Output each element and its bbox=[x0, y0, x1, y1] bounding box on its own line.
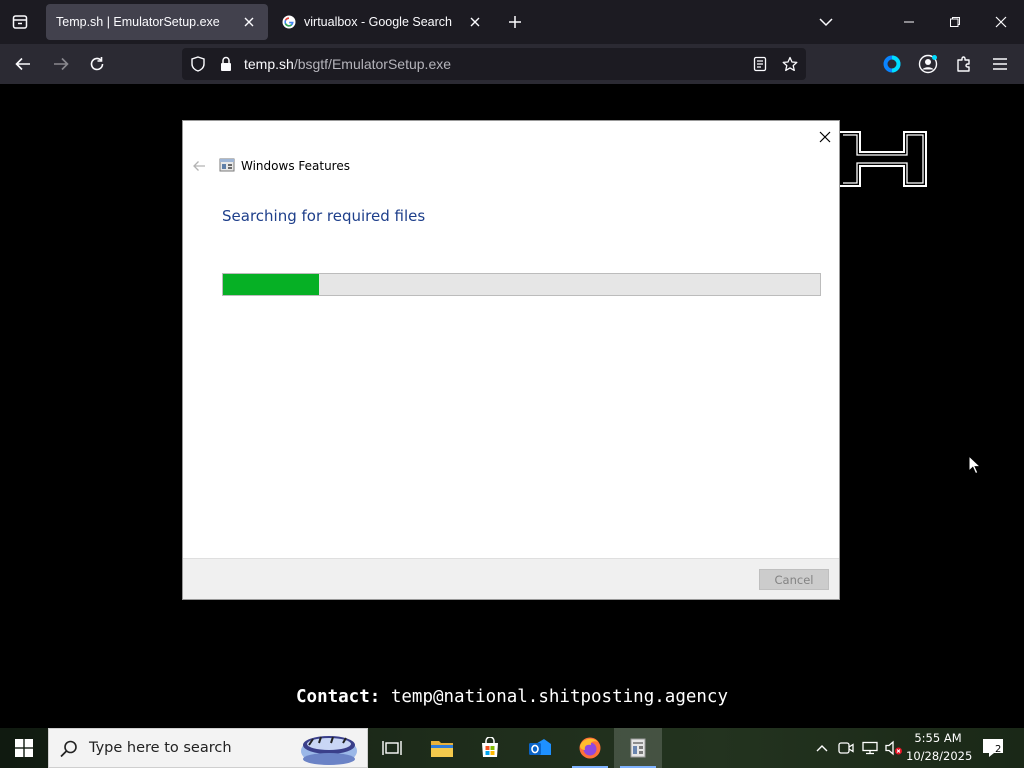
outlook-icon[interactable] bbox=[516, 728, 564, 768]
firefox-icon[interactable] bbox=[566, 728, 614, 768]
dialog-status-heading: Searching for required files bbox=[222, 207, 426, 225]
mouse-cursor-icon bbox=[968, 455, 982, 475]
contact-email[interactable]: temp@national.shitposting.agency bbox=[391, 687, 728, 707]
cancel-button[interactable]: Cancel bbox=[759, 569, 829, 590]
list-all-tabs-icon[interactable] bbox=[812, 8, 840, 36]
windows-start-icon[interactable] bbox=[0, 728, 48, 768]
search-placeholder: Type here to search bbox=[89, 740, 232, 756]
browser-nav-bar: temp.sh/bsgtf/EmulatorSetup.exe bbox=[0, 44, 1024, 84]
dialog-title: Windows Features bbox=[241, 159, 350, 173]
reload-icon[interactable] bbox=[82, 50, 112, 78]
account-icon[interactable] bbox=[914, 52, 942, 76]
close-icon[interactable] bbox=[984, 8, 1018, 36]
vpn-icon[interactable] bbox=[878, 52, 906, 76]
progress-bar-fill bbox=[223, 274, 319, 295]
extensions-icon[interactable] bbox=[950, 52, 978, 76]
bookmark-star-icon[interactable] bbox=[780, 54, 800, 74]
network-icon[interactable] bbox=[860, 738, 880, 758]
minimize-icon[interactable] bbox=[892, 8, 926, 36]
contact-label: Contact: bbox=[296, 687, 381, 707]
tab-close-icon[interactable] bbox=[240, 13, 258, 31]
menu-icon[interactable] bbox=[986, 52, 1014, 76]
browser-tab-strip: Temp.sh | EmulatorSetup.exe virtualbox -… bbox=[0, 0, 1024, 44]
new-tab-icon[interactable] bbox=[502, 8, 528, 36]
file-explorer-icon[interactable] bbox=[418, 728, 466, 768]
url-path: /bsgtf/EmulatorSetup.exe bbox=[293, 56, 452, 72]
dialog-back-icon[interactable] bbox=[189, 157, 209, 175]
back-icon[interactable] bbox=[8, 50, 38, 78]
show-hidden-icons-icon[interactable] bbox=[812, 738, 832, 758]
clock-time[interactable]: 5:55 AM bbox=[906, 731, 970, 745]
dialog-footer: Cancel bbox=[183, 558, 839, 599]
volume-muted-icon[interactable] bbox=[884, 738, 904, 758]
windows-features-dialog: Windows Features Searching for required … bbox=[182, 120, 840, 600]
progress-bar bbox=[222, 273, 821, 296]
site-logo bbox=[840, 131, 927, 187]
shield-icon[interactable] bbox=[188, 54, 208, 74]
tab-close-icon[interactable] bbox=[466, 13, 484, 31]
contact-line: Contact: temp@national.shitposting.agenc… bbox=[296, 687, 728, 707]
forward-icon[interactable] bbox=[46, 50, 76, 78]
search-icon bbox=[60, 740, 77, 758]
windows-features-icon bbox=[219, 158, 235, 172]
notification-center-icon[interactable]: 2 bbox=[978, 734, 1008, 762]
lock-icon[interactable] bbox=[216, 54, 236, 74]
tab-title: virtualbox - Google Search bbox=[304, 15, 452, 29]
taskbar: Type here to search 5:55 AM 10/28/2025 2 bbox=[0, 728, 1024, 768]
task-view-icon[interactable] bbox=[368, 728, 416, 768]
clock-date[interactable]: 10/28/2025 bbox=[906, 749, 972, 763]
browser-tab-temp-sh[interactable]: Temp.sh | EmulatorSetup.exe bbox=[46, 4, 268, 40]
dialog-close-icon[interactable] bbox=[815, 127, 835, 147]
microsoft-store-icon[interactable] bbox=[466, 728, 514, 768]
reader-view-icon[interactable] bbox=[750, 54, 770, 74]
tab-list-icon[interactable] bbox=[6, 8, 34, 36]
notification-count: 2 bbox=[995, 744, 1002, 755]
meet-now-icon[interactable] bbox=[836, 738, 856, 758]
url-text[interactable]: temp.sh/bsgtf/EmulatorSetup.exe bbox=[244, 56, 451, 72]
windows-features-taskbar-icon[interactable] bbox=[614, 728, 662, 768]
taskbar-search-box[interactable]: Type here to search bbox=[48, 728, 368, 768]
tab-title: Temp.sh | EmulatorSetup.exe bbox=[56, 15, 220, 29]
search-highlight-icon bbox=[301, 736, 357, 765]
url-bar[interactable]: temp.sh/bsgtf/EmulatorSetup.exe bbox=[182, 48, 806, 80]
google-icon bbox=[282, 15, 296, 29]
url-host: temp.sh bbox=[244, 56, 294, 72]
browser-tab-google-search[interactable]: virtualbox - Google Search bbox=[272, 4, 494, 40]
maximize-icon[interactable] bbox=[938, 8, 972, 36]
